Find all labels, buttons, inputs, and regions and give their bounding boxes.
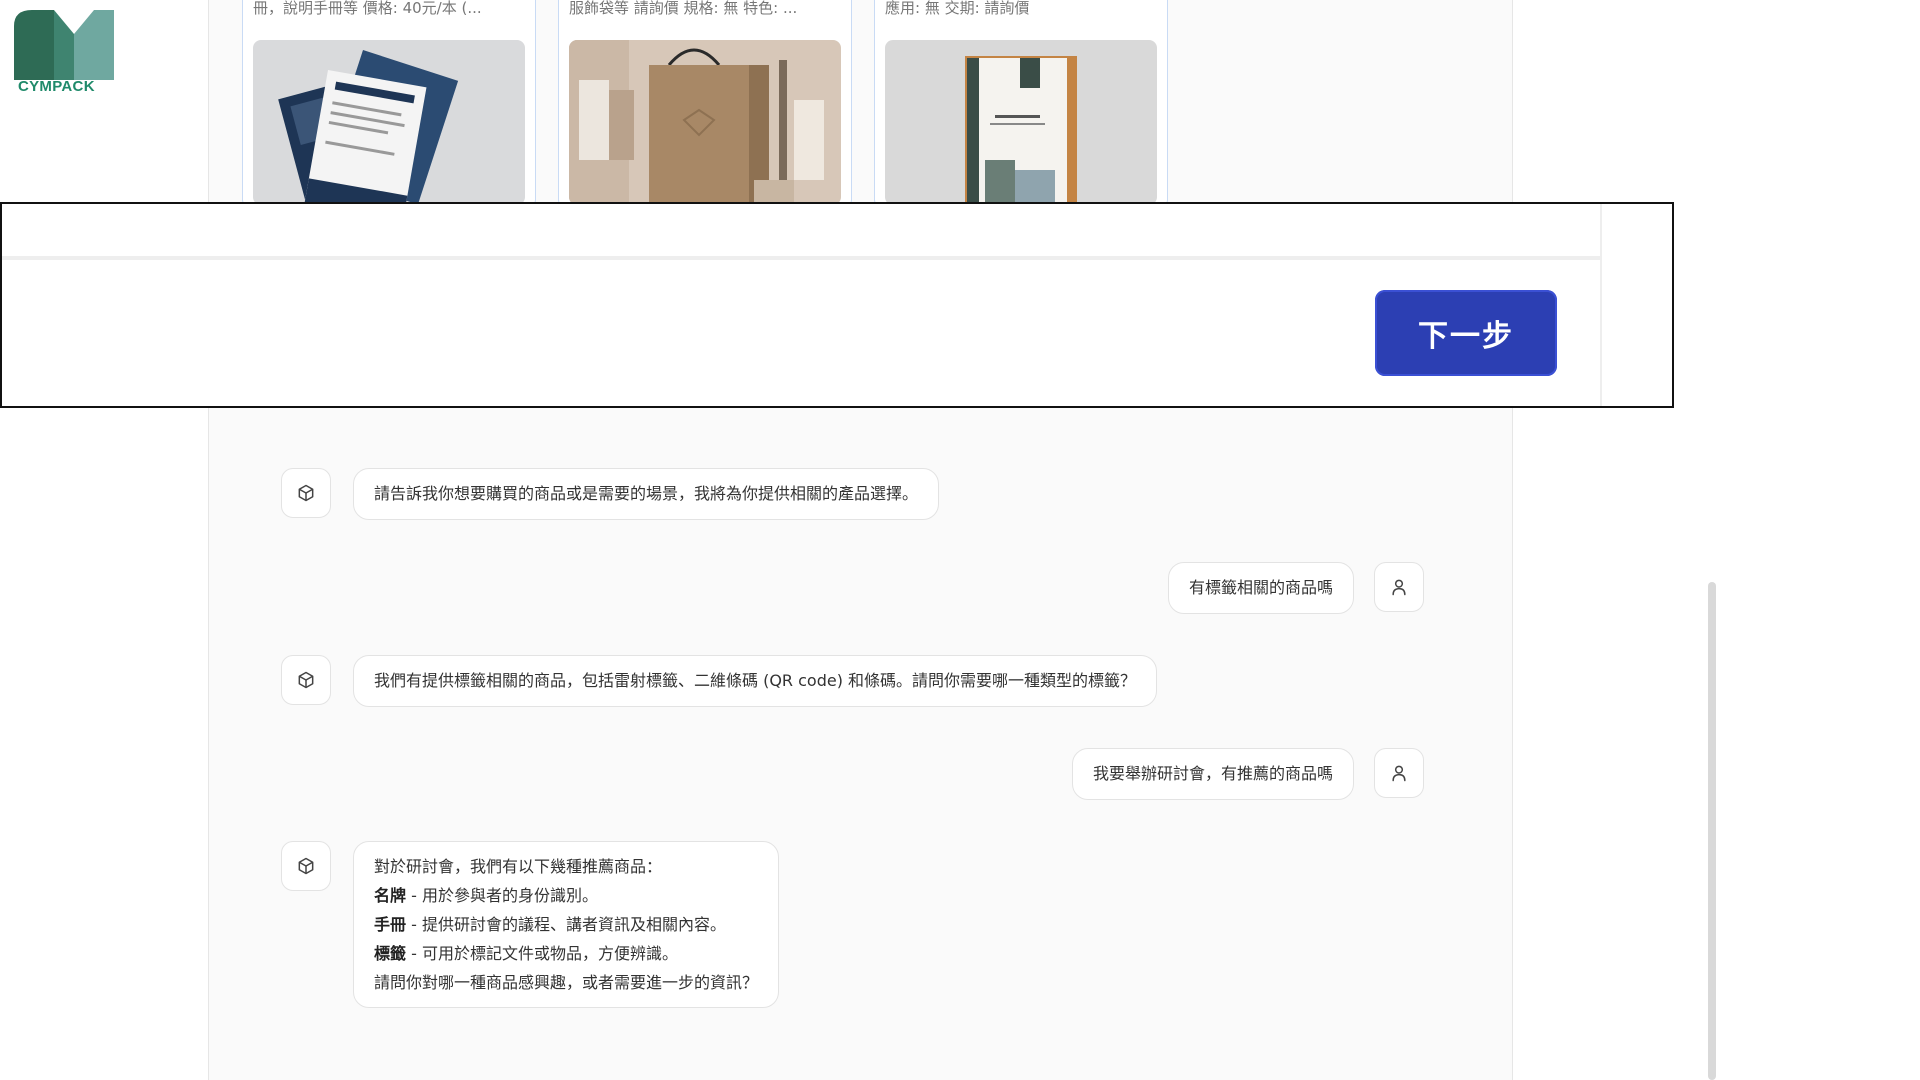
chat-bubble-recommendations: 對於研討會，我們有以下幾種推薦商品： 名牌 - 用於參與者的身份識別。 手冊 -… [353,841,780,1008]
item-desc: - 用於參與者的身份識別。 [406,886,598,905]
item-name: 標籤 [374,944,407,963]
action-bar-edge [1600,204,1602,406]
chat-message-assistant: 我們有提供標籤相關的商品，包括雷射標籤、二維條碼 (QR code) 和條碼。請… [281,655,1158,707]
recommend-outro: 請問你對哪一種商品感興趣，或者需要進一步的資訊？ [374,973,759,992]
assistant-avatar [281,468,331,518]
paper-bag-image [569,40,841,205]
item-desc: - 可用於標記文件或物品，方便辨識。 [406,944,678,963]
chat-scrollbar[interactable] [1708,582,1716,1080]
product-card-brochure[interactable]: 冊，說明手冊等 價格: 40元/本 (... [242,0,536,206]
chat-message-assistant: 對於研討會，我們有以下幾種推薦商品： 名牌 - 用於參與者的身份識別。 手冊 -… [281,841,780,1008]
cube-icon [298,857,314,875]
chat-message-user: 我要舉辦研討會，有推薦的商品嗎 [1071,748,1424,800]
product-card-paper-bag[interactable]: 服飾袋等 請詢價 規格: 無 特色: ... [558,0,852,206]
item-name: 名牌 [374,886,407,905]
chat-message-user: 有標籤相關的商品嗎 [1167,562,1424,614]
main-panel: 冊，說明手冊等 價格: 40元/本 (... 服飾袋等 請詢價 規格: 無 特色… [208,0,1716,1080]
next-step-button[interactable]: 下一步 [1375,290,1557,376]
chat-bubble: 我要舉辦研討會，有推薦的商品嗎 [1071,748,1354,800]
recommend-intro: 對於研討會，我們有以下幾種推薦商品： [374,857,663,876]
recommend-item: 標籤 - 可用於標記文件或物品，方便辨識。 [374,939,758,968]
product-desc: 服飾袋等 請詢價 規格: 無 特色: ... [569,0,798,16]
cube-icon [298,484,314,502]
chat-bubble: 我們有提供標籤相關的商品，包括雷射標籤、二維條碼 (QR code) 和條碼。請… [353,655,1158,707]
assistant-avatar [281,841,331,891]
user-icon [1392,579,1406,596]
chat-message-assistant: 請告訴我你想要購買的商品或是需要的場景，我將為你提供相關的產品選擇。 [281,468,940,520]
product-desc: 冊，說明手冊等 價格: 40元/本 (... [253,0,482,16]
product-desc: 應用: 無 交期: 請詢價 [885,0,1030,16]
user-icon [1392,765,1406,782]
recommend-item: 手冊 - 提供研討會的議程、講者資訊及相關內容。 [374,910,758,939]
recommend-item: 名牌 - 用於參與者的身份識別。 [374,881,758,910]
item-name: 手冊 [374,915,407,934]
action-bar-divider [2,256,1600,260]
chat-bubble: 有標籤相關的商品嗎 [1167,562,1354,614]
logo-text: CYMPACK [18,78,95,95]
assistant-avatar [281,655,331,705]
user-avatar [1374,748,1424,798]
action-bar: 下一步 [0,202,1674,408]
chat-bubble: 請告訴我你想要購買的商品或是需要的場景，我將為你提供相關的產品選擇。 [353,468,940,520]
product-card-booklet[interactable]: 應用: 無 交期: 請詢價 [874,0,1168,206]
item-desc: - 提供研討會的議程、講者資訊及相關內容。 [406,915,726,934]
user-avatar [1374,562,1424,612]
brochure-image [253,40,525,205]
booklet-image [885,40,1157,205]
cube-icon [298,671,314,689]
